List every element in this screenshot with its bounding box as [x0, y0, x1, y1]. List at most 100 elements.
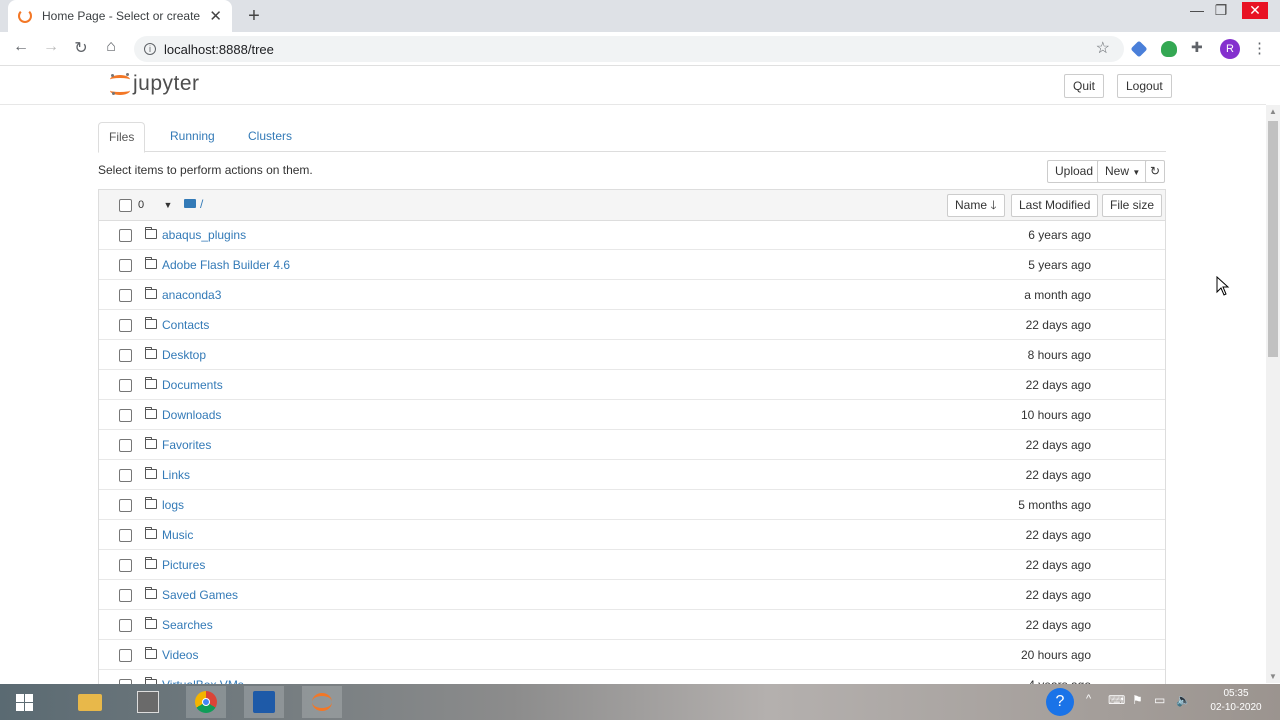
- row-checkbox[interactable]: [119, 229, 132, 242]
- back-icon[interactable]: ←: [10, 38, 32, 56]
- sort-name-button[interactable]: Name 🡓: [947, 194, 1005, 217]
- file-name-link[interactable]: Contacts: [162, 318, 209, 332]
- folder-icon: [145, 467, 157, 479]
- tab-running[interactable]: Running: [160, 122, 225, 152]
- file-row[interactable]: Saved Games 22 days ago: [99, 580, 1165, 610]
- upload-button[interactable]: Upload: [1047, 160, 1102, 183]
- new-dropdown-button[interactable]: New ▼: [1097, 160, 1149, 183]
- tab-close-icon[interactable]: ✕: [209, 7, 222, 25]
- shield-extension-icon[interactable]: [1161, 41, 1177, 57]
- select-all-checkbox[interactable]: [119, 199, 132, 212]
- file-row[interactable]: anaconda3 a month ago: [99, 280, 1165, 310]
- extensions-puzzle-icon[interactable]: ✚: [1191, 39, 1207, 55]
- taskbar-clock[interactable]: 05:35 02-10-2020: [1204, 687, 1268, 715]
- help-icon[interactable]: ?: [1046, 688, 1074, 716]
- file-row[interactable]: Searches 22 days ago: [99, 610, 1165, 640]
- browser-menu-icon[interactable]: ⋮: [1252, 39, 1267, 57]
- file-name-link[interactable]: abaqus_plugins: [162, 228, 246, 242]
- taskbar-jupyter[interactable]: [302, 686, 342, 718]
- taskbar-app[interactable]: [244, 686, 284, 718]
- file-row[interactable]: Documents 22 days ago: [99, 370, 1165, 400]
- taskbar-texmaker[interactable]: [128, 686, 168, 718]
- jupyter-logo[interactable]: jupyter: [110, 72, 200, 96]
- address-bar[interactable]: i localhost:8888/tree ☆: [134, 36, 1124, 62]
- file-row[interactable]: Adobe Flash Builder 4.6 5 years ago: [99, 250, 1165, 280]
- folder-icon[interactable]: [184, 199, 196, 208]
- row-checkbox[interactable]: [119, 499, 132, 512]
- file-row[interactable]: Pictures 22 days ago: [99, 550, 1165, 580]
- file-row[interactable]: Music 22 days ago: [99, 520, 1165, 550]
- sort-size-button[interactable]: File size: [1102, 194, 1163, 217]
- file-row[interactable]: logs 5 months ago: [99, 490, 1165, 520]
- file-row[interactable]: abaqus_plugins 6 years ago: [99, 220, 1165, 250]
- volume-icon[interactable]: 🔈: [1176, 693, 1191, 707]
- row-checkbox[interactable]: [119, 589, 132, 602]
- new-tab-icon[interactable]: +: [244, 5, 264, 28]
- row-checkbox[interactable]: [119, 319, 132, 332]
- file-row[interactable]: Favorites 22 days ago: [99, 430, 1165, 460]
- file-row[interactable]: VirtualBox VMs4 years ago: [99, 670, 1165, 684]
- file-row[interactable]: Desktop 8 hours ago: [99, 340, 1165, 370]
- keyboard-icon[interactable]: ⌨: [1108, 693, 1125, 707]
- file-name-link[interactable]: Pictures: [162, 558, 205, 572]
- file-name-link[interactable]: Documents: [162, 378, 223, 392]
- row-checkbox[interactable]: [119, 529, 132, 542]
- file-row[interactable]: Downloads 10 hours ago: [99, 400, 1165, 430]
- row-checkbox[interactable]: [119, 289, 132, 302]
- file-name-link[interactable]: Links: [162, 468, 190, 482]
- file-name-link[interactable]: anaconda3: [162, 288, 221, 302]
- file-name-link[interactable]: Adobe Flash Builder 4.6: [162, 258, 290, 272]
- profile-avatar[interactable]: R: [1220, 39, 1240, 59]
- tab-clusters[interactable]: Clusters: [238, 122, 302, 152]
- file-name-link[interactable]: Favorites: [162, 438, 211, 452]
- row-checkbox[interactable]: [119, 559, 132, 572]
- row-checkbox[interactable]: [119, 409, 132, 422]
- reload-icon[interactable]: ↻: [70, 38, 92, 58]
- taskbar-file-explorer[interactable]: [70, 686, 110, 718]
- start-button[interactable]: [4, 686, 44, 718]
- file-name-link[interactable]: Downloads: [162, 408, 221, 422]
- logout-button[interactable]: Logout: [1117, 74, 1172, 98]
- home-icon[interactable]: ⌂: [100, 38, 122, 56]
- restore-icon[interactable]: ❐: [1208, 2, 1234, 19]
- select-menu-caret-icon[interactable]: ▼: [159, 195, 177, 215]
- row-checkbox[interactable]: [119, 649, 132, 662]
- row-checkbox[interactable]: [119, 259, 132, 272]
- row-checkbox[interactable]: [119, 619, 132, 632]
- file-name-link[interactable]: Desktop: [162, 348, 206, 362]
- site-info-icon[interactable]: i: [144, 43, 156, 55]
- file-name-link[interactable]: Saved Games: [162, 588, 238, 602]
- folder-icon: [145, 437, 157, 449]
- file-name-link[interactable]: Videos: [162, 648, 198, 662]
- row-checkbox[interactable]: [119, 439, 132, 452]
- page-scrollbar[interactable]: ▲ ▼: [1266, 105, 1280, 683]
- browser-tab[interactable]: Home Page - Select or create a notebook …: [8, 0, 232, 32]
- forward-icon[interactable]: →: [40, 38, 62, 56]
- refresh-button[interactable]: ↻: [1145, 160, 1166, 183]
- taskbar-chrome[interactable]: [186, 686, 226, 718]
- window-close-icon[interactable]: ✕: [1242, 2, 1268, 19]
- file-name-link[interactable]: Searches: [162, 618, 213, 632]
- tab-files[interactable]: Files: [98, 122, 146, 153]
- file-row[interactable]: Links 22 days ago: [99, 460, 1165, 490]
- file-name-link[interactable]: logs: [162, 498, 184, 512]
- breadcrumb-root[interactable]: /: [200, 197, 203, 211]
- battery-icon[interactable]: ▭: [1154, 693, 1165, 707]
- file-row[interactable]: Videos 20 hours ago: [99, 640, 1165, 670]
- select-instructions: Select items to perform actions on them.: [98, 163, 313, 177]
- scroll-up-icon[interactable]: ▲: [1269, 107, 1277, 116]
- row-checkbox[interactable]: [119, 469, 132, 482]
- flag-icon[interactable]: ⚑: [1132, 693, 1143, 707]
- tray-chevron-icon[interactable]: ^: [1086, 693, 1091, 705]
- scrollbar-thumb[interactable]: [1268, 121, 1278, 357]
- extension-icon[interactable]: [1130, 40, 1148, 58]
- row-checkbox[interactable]: [119, 379, 132, 392]
- file-name-link[interactable]: Music: [162, 528, 193, 542]
- bookmark-star-icon[interactable]: ☆: [1096, 38, 1110, 58]
- sort-modified-button[interactable]: Last Modified: [1011, 194, 1099, 217]
- scroll-down-icon[interactable]: ▼: [1269, 672, 1277, 681]
- quit-button[interactable]: Quit: [1064, 74, 1105, 98]
- row-checkbox[interactable]: [119, 349, 132, 362]
- file-row[interactable]: Contacts 22 days ago: [99, 310, 1165, 340]
- minimize-icon[interactable]: —: [1184, 2, 1210, 18]
